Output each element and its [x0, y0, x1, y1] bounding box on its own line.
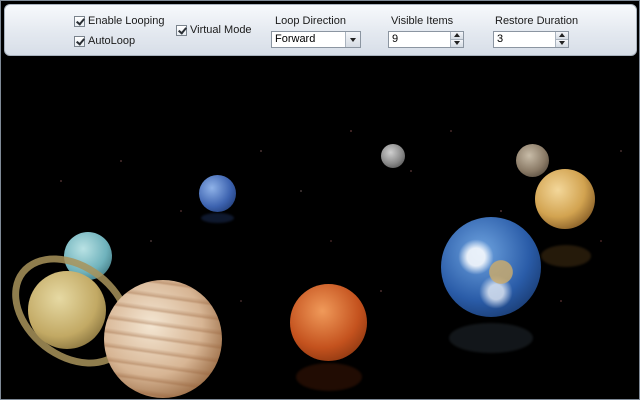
earth-item[interactable]	[441, 217, 541, 317]
visible-items-value: 9	[392, 33, 399, 45]
mercury-item[interactable]	[516, 144, 549, 177]
checkbox-check-icon[interactable]	[74, 35, 85, 47]
mars-item[interactable]	[290, 284, 367, 361]
venus-reflection	[541, 245, 591, 267]
visible-items-spinner[interactable]: 9	[388, 31, 464, 48]
mars-reflection	[296, 363, 362, 391]
virtual-mode-checkbox[interactable]: Virtual Mode	[176, 24, 252, 36]
venus-item[interactable]	[535, 169, 595, 229]
enable-looping-checkbox[interactable]: Enable Looping	[74, 15, 164, 27]
chevron-down-icon[interactable]	[345, 32, 360, 47]
checkbox-check-icon[interactable]	[74, 15, 85, 27]
restore-duration-value: 3	[497, 33, 504, 45]
earth-reflection	[449, 323, 533, 353]
auto-loop-label: AutoLoop	[88, 35, 136, 47]
restore-duration-label: Restore Duration	[495, 15, 579, 27]
neptune-item[interactable]	[199, 175, 236, 212]
loop-direction-select[interactable]: Forward	[271, 31, 361, 48]
jupiter-item[interactable]	[104, 280, 222, 398]
saturn-item[interactable]	[28, 271, 106, 349]
carousel-window: Enable Looping AutoLoop Virtual Mode Loo…	[0, 0, 640, 400]
spin-down-icon[interactable]	[450, 40, 463, 47]
loop-direction-label: Loop Direction	[275, 15, 346, 27]
virtual-mode-label: Virtual Mode	[190, 24, 252, 36]
checkbox-check-icon[interactable]	[176, 24, 187, 36]
auto-loop-checkbox[interactable]: AutoLoop	[74, 35, 135, 47]
spin-down-icon[interactable]	[555, 40, 568, 47]
restore-duration-spinner[interactable]: 3	[493, 31, 569, 48]
neptune-reflection	[201, 213, 234, 223]
loop-direction-value: Forward	[275, 33, 316, 45]
spin-up-icon[interactable]	[450, 32, 463, 40]
moon-item[interactable]	[381, 144, 405, 168]
spin-up-icon[interactable]	[555, 32, 568, 40]
visible-items-label: Visible Items	[391, 15, 454, 27]
enable-looping-label: Enable Looping	[88, 15, 165, 27]
options-toolbar: Enable Looping AutoLoop Virtual Mode Loo…	[4, 4, 637, 56]
